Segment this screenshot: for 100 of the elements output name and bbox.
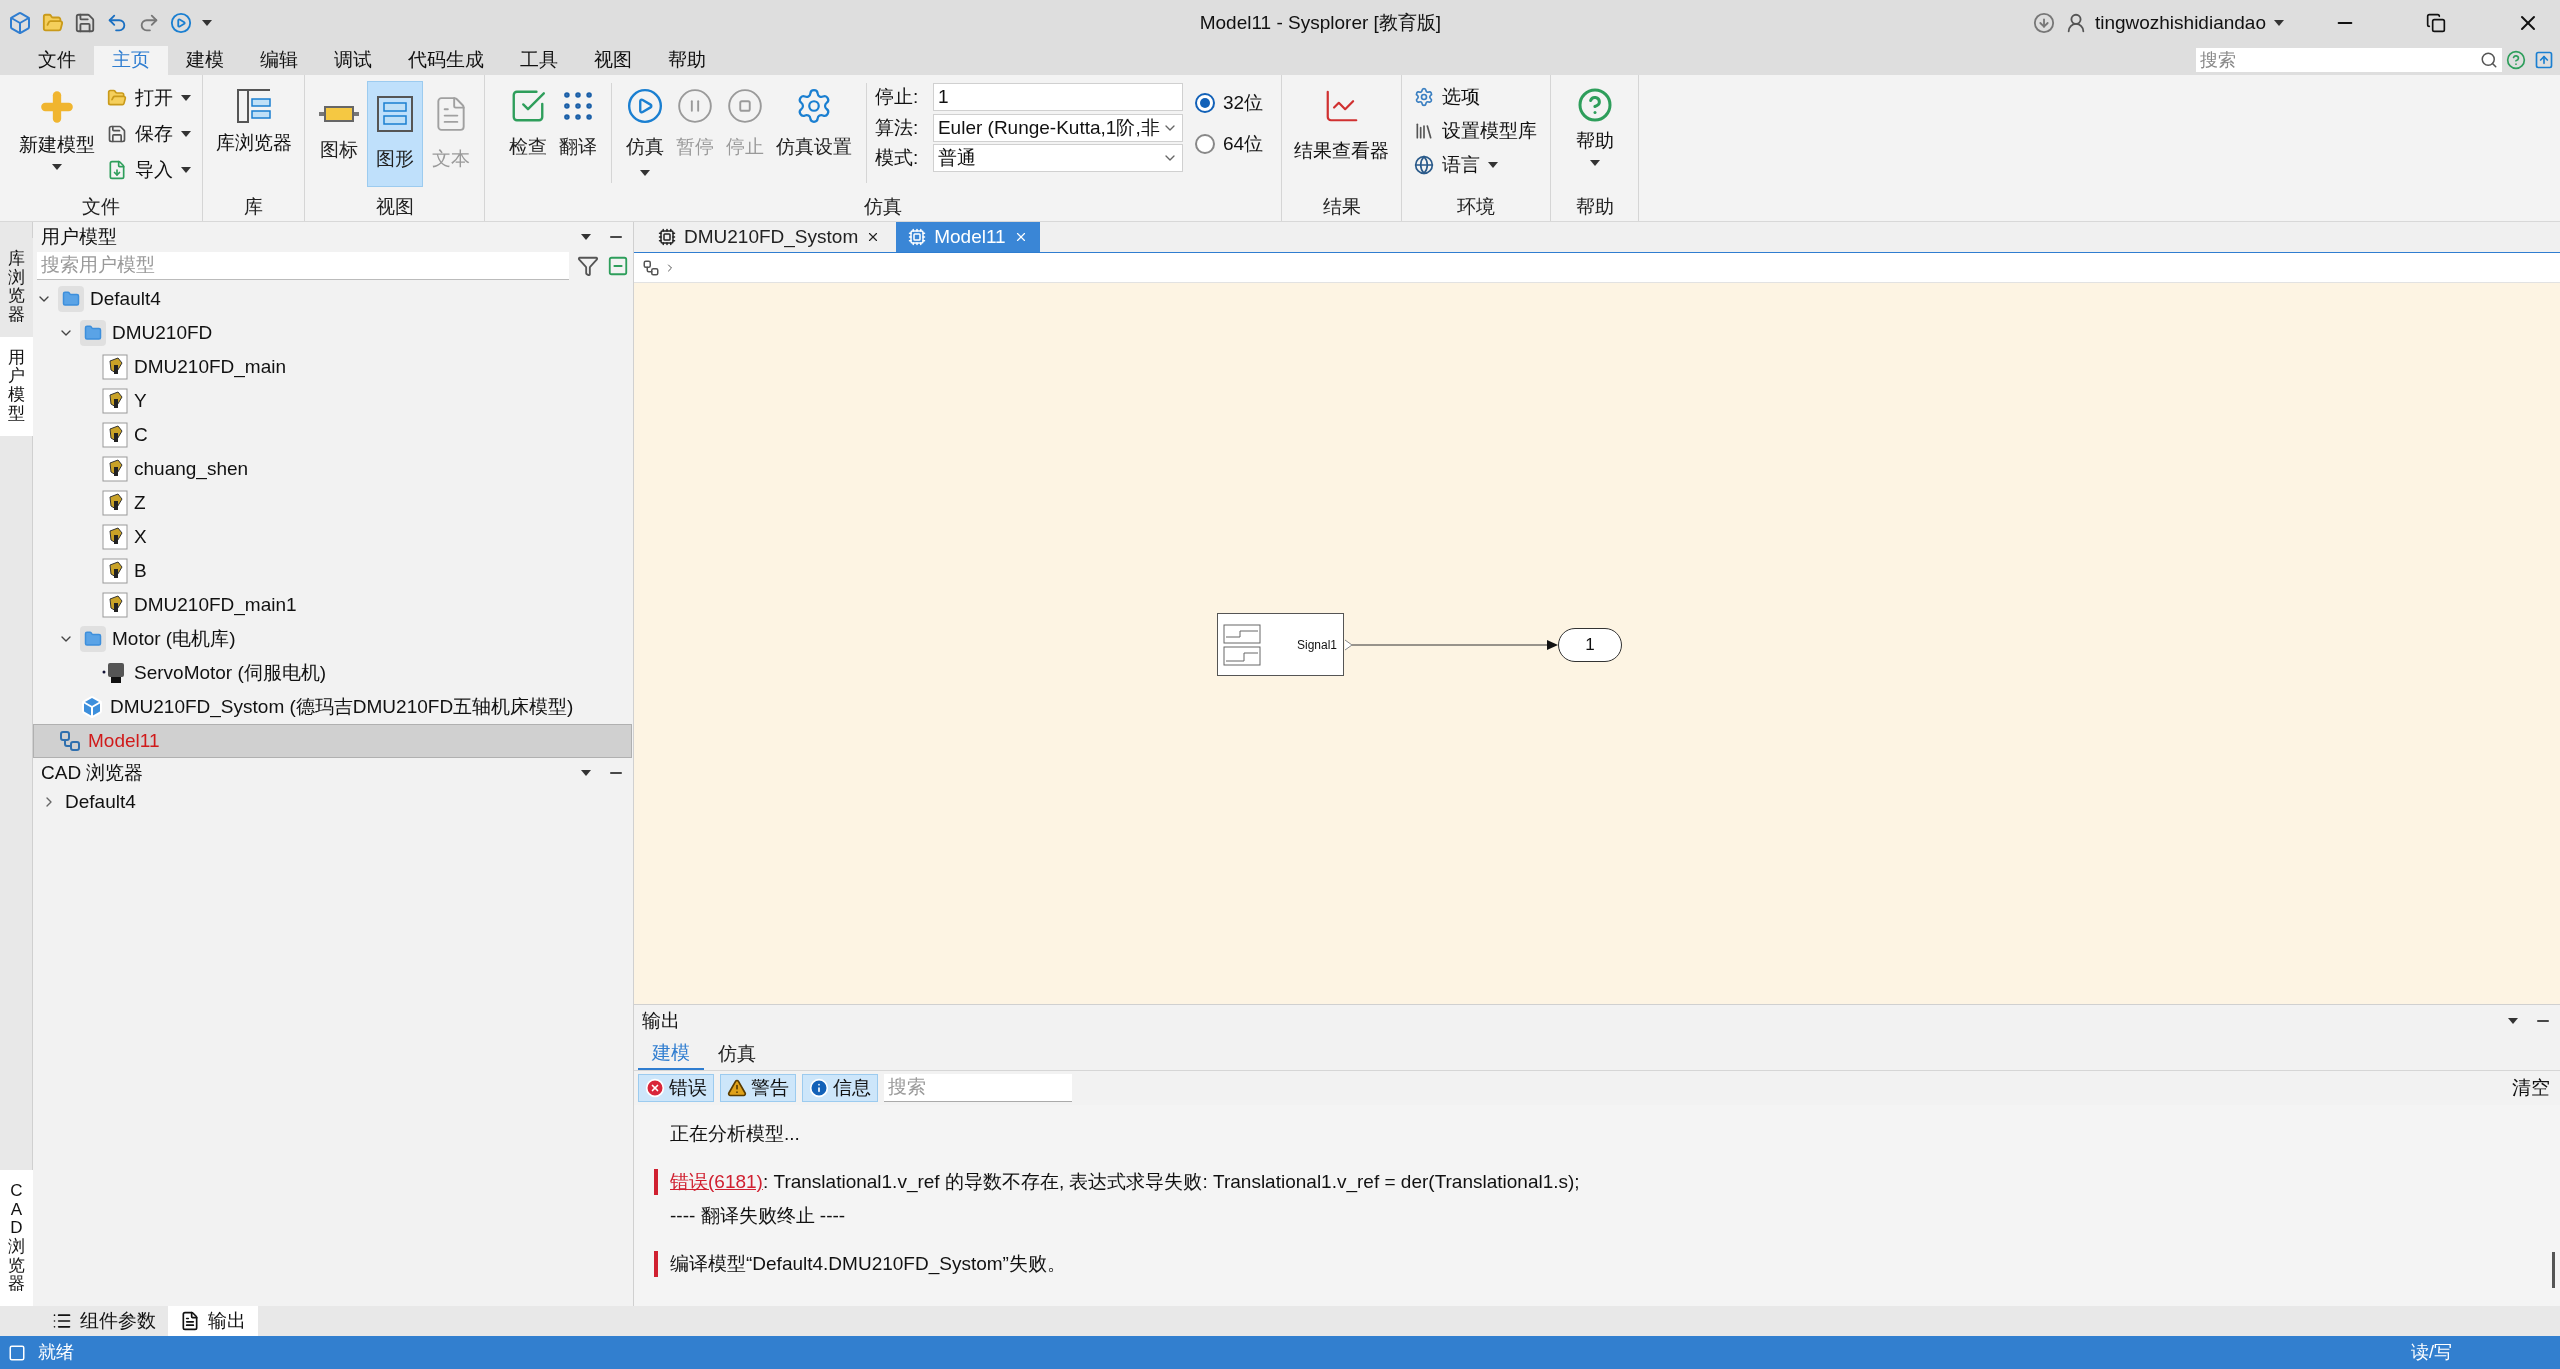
ribbon-small-button[interactable]: 导入 [107, 155, 191, 185]
tree-item[interactable]: X [33, 520, 632, 554]
help-icon[interactable] [2506, 50, 2526, 70]
caret-icon [181, 131, 191, 137]
menu-tab[interactable]: 调试 [316, 46, 390, 75]
redo-icon[interactable] [138, 12, 160, 34]
tree-item[interactable]: Y [33, 384, 632, 418]
input-field[interactable]: 1 [932, 83, 1183, 112]
scrollbar-thumb[interactable] [2551, 1252, 2555, 1288]
radio-button[interactable] [1194, 133, 1215, 154]
select-field[interactable]: 普通 [932, 144, 1183, 173]
diagram-icon[interactable] [642, 258, 660, 277]
tree-item[interactable]: DMU210FD [33, 316, 632, 350]
tree-item[interactable]: DMU210FD_main [33, 350, 632, 384]
warning-icon [727, 1078, 747, 1098]
output-message: 错误(6181): Translational1.v_ref 的导数不存在, 表达式求导失败: Translational1.v_ref = der(Translational1.s); [670, 1169, 1580, 1195]
status-icon [8, 1343, 26, 1362]
bottom-tab[interactable]: 组件参数 [40, 1306, 168, 1336]
menu-tab[interactable]: 帮助 [650, 46, 724, 75]
search-field[interactable]: 搜索 [2196, 48, 2502, 72]
window-title: Model11 - Sysplorer [教育版] [1199, 10, 1442, 35]
side-tab[interactable]: 用户模型 [0, 336, 33, 436]
part-icon [102, 490, 128, 516]
output-port[interactable]: 1 [1558, 628, 1622, 662]
output-message: 正在分析模型... [670, 1121, 800, 1146]
menu-tab[interactable]: 建模 [168, 46, 242, 75]
clear-button[interactable]: 清空 [2512, 1073, 2556, 1103]
library-browser-button[interactable]: 库浏览器 [207, 75, 300, 193]
output-tab[interactable]: 建模 [638, 1038, 704, 1070]
caret-icon [2274, 20, 2284, 26]
part-icon [102, 592, 128, 618]
menu-tab[interactable]: 视图 [576, 46, 650, 75]
environment-button[interactable]: 设置模型库 [1414, 117, 1537, 145]
filter-button[interactable]: 错误 [638, 1074, 714, 1102]
tree-item[interactable]: chuang_shen [33, 452, 632, 486]
environment-button[interactable]: 选项 [1414, 83, 1537, 111]
status-mode: 读/写 [2411, 1341, 2453, 1364]
view-button[interactable]: 图标 [310, 81, 367, 187]
ribbon-small-button[interactable]: 打开 [107, 83, 191, 113]
menu-tab[interactable]: 文件 [20, 46, 94, 75]
menu-tab[interactable]: 代码生成 [390, 46, 502, 75]
caret-icon [181, 167, 191, 173]
error-link[interactable]: 错误(6181) [670, 1170, 763, 1192]
help-button[interactable]: 帮助 [1567, 75, 1622, 193]
output-tab[interactable]: 仿真 [704, 1038, 770, 1070]
stop-icon [725, 87, 764, 125]
ribbon-group-label: 结果 [1322, 194, 1361, 219]
filter-button[interactable]: 警告 [720, 1074, 796, 1102]
panel-title: 输出 [642, 1008, 680, 1033]
folder-icon [107, 88, 127, 108]
filter-icon[interactable] [577, 255, 599, 277]
signal-block[interactable]: Signal1 [1217, 613, 1344, 676]
menu-tab[interactable]: 主页 [94, 46, 168, 75]
field-label: 模式: [874, 146, 920, 170]
menu-tab[interactable]: 编辑 [242, 46, 316, 75]
select-field[interactable]: Euler (Runge-Kutta,1阶,非 [932, 113, 1183, 142]
chip-icon [317, 103, 360, 124]
filter-button[interactable]: 信息 [802, 1074, 878, 1102]
download-icon[interactable] [2032, 12, 2055, 34]
simulation-button[interactable]: 仿真设置 [769, 75, 858, 185]
info-icon [809, 1078, 829, 1098]
tree-item[interactable]: Motor (电机库) [33, 622, 632, 656]
restore-icon[interactable] [2426, 13, 2446, 33]
tree-item[interactable]: Default4 [33, 282, 632, 316]
save-icon[interactable] [74, 12, 96, 34]
menu-tab[interactable]: 工具 [502, 46, 576, 75]
diagram-canvas[interactable]: Signal1 1 [634, 283, 2560, 1004]
ribbon-group-label: 环境 [1457, 194, 1495, 219]
view-button[interactable]: 图形 [366, 81, 423, 187]
tree-item[interactable]: ServoMotor (伺服电机) [33, 656, 632, 690]
account-button[interactable]: tingwozhishidiandao [2064, 8, 2284, 38]
environment-button[interactable]: 语言 [1414, 151, 1537, 179]
radio-button[interactable] [1194, 93, 1215, 114]
simulation-button[interactable]: 翻译 [552, 75, 603, 185]
play-icon [625, 87, 664, 125]
tree-item[interactable]: DMU210FD_main1 [33, 588, 632, 622]
tree-item[interactable]: Default4 [33, 788, 633, 816]
play-icon[interactable] [170, 12, 192, 34]
search-field[interactable]: 搜索用户模型 [37, 252, 569, 280]
ribbon-small-button[interactable]: 保存 [107, 119, 191, 149]
document-tab[interactable]: Model11 [896, 222, 1040, 252]
side-tab[interactable]: CAD 浏览器 [0, 1169, 33, 1306]
simulation-button[interactable]: 检查 [502, 75, 553, 185]
bottom-tab[interactable]: 输出 [168, 1306, 258, 1336]
result-viewer-button[interactable]: 结果查看器 [1286, 75, 1397, 193]
collapse-icon[interactable] [607, 255, 629, 277]
tree-item[interactable]: DMU210FD_Systom (德玛吉DMU210FD五轴机床模型) [33, 690, 632, 724]
part-icon [102, 388, 128, 414]
tree-item[interactable]: C [33, 418, 632, 452]
collapse-ribbon-icon[interactable] [2534, 50, 2554, 70]
radio-option[interactable]: 32位 [1194, 89, 1264, 118]
simulation-button[interactable]: 仿真 [619, 75, 670, 185]
document-tab[interactable]: DMU210FD_Systom [646, 222, 893, 252]
tree-item[interactable]: B [33, 554, 632, 588]
undo-icon[interactable] [106, 12, 128, 34]
new-model-button[interactable]: 新建模型 [11, 75, 103, 185]
tree-item[interactable]: Z [33, 486, 632, 520]
tree-item[interactable]: Model11 [33, 724, 632, 758]
radio-option[interactable]: 64位 [1194, 129, 1264, 158]
search-field[interactable]: 搜索 [884, 1074, 1072, 1102]
